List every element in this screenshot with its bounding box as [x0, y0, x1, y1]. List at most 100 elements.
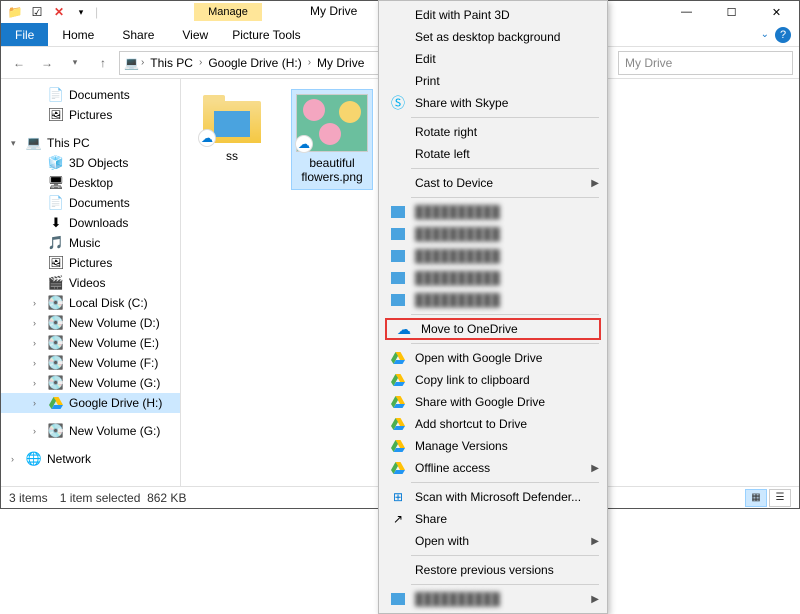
ctx-item[interactable]: ██████████▶	[381, 588, 605, 610]
ctx-icon: ⊞	[389, 489, 407, 505]
ctx-item[interactable]: Open with Google Drive	[381, 347, 605, 369]
picture-tools-tab[interactable]: Picture Tools	[222, 23, 310, 46]
ctx-item[interactable]: Restore previous versions	[381, 559, 605, 581]
ctx-item[interactable]: ██████████	[381, 289, 605, 311]
image-item[interactable]: ☁ beautiful flowers.png	[291, 89, 373, 190]
tree-item[interactable]: 🧊3D Objects	[1, 153, 180, 173]
tree-icon: 💽	[48, 375, 64, 391]
ctx-item[interactable]: Print	[381, 70, 605, 92]
tree-item[interactable]: ›💽Local Disk (C:)	[1, 293, 180, 313]
context-menu[interactable]: Edit with Paint 3DSet as desktop backgro…	[378, 0, 608, 614]
help-icon[interactable]: ?	[775, 27, 791, 43]
tree-item[interactable]: ›Google Drive (H:)	[1, 393, 180, 413]
tree-item[interactable]: ▾💻This PC	[1, 133, 180, 153]
ctx-icon	[389, 460, 407, 476]
ctx-label: ██████████	[415, 249, 599, 263]
tree-item[interactable]: ›🌐Network	[1, 449, 180, 469]
dropdown-icon[interactable]: ▾	[73, 4, 89, 20]
crumb-this-pc[interactable]: This PC	[146, 56, 197, 70]
submenu-arrow-icon: ▶	[591, 536, 599, 547]
ctx-item[interactable]: Edit	[381, 48, 605, 70]
maximize-button[interactable]: ☐	[709, 1, 754, 23]
ctx-item[interactable]: Offline access▶	[381, 457, 605, 479]
ctx-item[interactable]: Cast to Device▶	[381, 172, 605, 194]
tree-icon: 💻	[26, 135, 42, 151]
ctx-item[interactable]: ⊞Scan with Microsoft Defender...	[381, 486, 605, 508]
ctx-item[interactable]: Copy link to clipboard	[381, 369, 605, 391]
tree-label: New Volume (E:)	[69, 336, 159, 350]
tree-label: Videos	[69, 276, 105, 290]
tree-item[interactable]: 🎬Videos	[1, 273, 180, 293]
search-input[interactable]: My Drive	[618, 51, 793, 75]
home-tab[interactable]: Home	[48, 23, 108, 46]
ctx-item[interactable]: Share with Google Drive	[381, 391, 605, 413]
ctx-label: ██████████	[415, 293, 599, 307]
ctx-item[interactable]: Set as desktop background	[381, 26, 605, 48]
share-tab[interactable]: Share	[108, 23, 168, 46]
folder-item[interactable]: ☁ ss	[191, 89, 273, 167]
tree-item[interactable]: ›💽New Volume (G:)	[1, 421, 180, 441]
tree-item[interactable]: 🖼Pictures	[1, 253, 180, 273]
tree-item[interactable]: ›💽New Volume (F:)	[1, 353, 180, 373]
pc-icon: 💻	[124, 56, 139, 70]
tree-item[interactable]: ⬇Downloads	[1, 213, 180, 233]
tree-item[interactable]: 🖥Desktop	[1, 173, 180, 193]
crumb-google-drive[interactable]: Google Drive (H:)	[204, 56, 305, 70]
view-thumbnails[interactable]: ▦	[745, 489, 767, 507]
forward-button[interactable]: →	[35, 51, 59, 75]
ctx-item[interactable]: ██████████	[381, 223, 605, 245]
ctx-item[interactable]: ██████████	[381, 201, 605, 223]
ctx-item[interactable]: Edit with Paint 3D	[381, 4, 605, 26]
ctx-icon: ☁	[395, 321, 413, 337]
ctx-icon	[389, 7, 407, 23]
ctx-item[interactable]: Rotate left	[381, 143, 605, 165]
manage-tab[interactable]: Manage	[194, 3, 262, 21]
tree-item[interactable]: ›💽New Volume (E:)	[1, 333, 180, 353]
up-button[interactable]: ↑	[91, 51, 115, 75]
tree-icon: 🌐	[26, 451, 42, 467]
ctx-item[interactable]: ⓈShare with Skype	[381, 92, 605, 114]
ctx-item[interactable]: Rotate right	[381, 121, 605, 143]
tree-icon: 💽	[48, 295, 64, 311]
crumb-my-drive[interactable]: My Drive	[313, 56, 368, 70]
status-item-count: 3 items	[9, 491, 48, 505]
ctx-item[interactable]: ██████████	[381, 267, 605, 289]
tree-item[interactable]: 🖼Pictures	[1, 105, 180, 125]
ctx-label: Print	[415, 74, 599, 88]
minimize-button[interactable]: —	[664, 1, 709, 23]
ctx-item[interactable]: Open with▶	[381, 530, 605, 552]
ctx-icon	[389, 51, 407, 67]
address-bar[interactable]: 💻 › This PC › Google Drive (H:) › My Dri…	[119, 51, 389, 75]
ctx-item[interactable]: Manage Versions	[381, 435, 605, 457]
tree-label: Music	[69, 236, 100, 250]
navigation-tree[interactable]: 📄Documents🖼Pictures▾💻This PC🧊3D Objects🖥…	[1, 79, 181, 486]
file-menu[interactable]: File	[1, 23, 48, 46]
tree-icon: 🧊	[48, 155, 64, 171]
ctx-item[interactable]: ☁Move to OneDrive	[385, 318, 601, 340]
image-label: beautiful flowers.png	[296, 156, 368, 185]
view-tab[interactable]: View	[168, 23, 222, 46]
tree-item[interactable]: ›💽New Volume (G:)	[1, 373, 180, 393]
tree-label: Documents	[69, 196, 130, 210]
ctx-icon	[389, 270, 407, 286]
tree-item[interactable]: ›💽New Volume (D:)	[1, 313, 180, 333]
tree-item[interactable]: 📄Documents	[1, 85, 180, 105]
status-selection: 1 item selected 862 KB	[60, 491, 187, 505]
ctx-item[interactable]: ██████████	[381, 245, 605, 267]
ribbon-expand-icon[interactable]: ⌄	[761, 29, 769, 40]
ctx-item[interactable]: Add shortcut to Drive	[381, 413, 605, 435]
tree-item[interactable]: 🎵Music	[1, 233, 180, 253]
tree-label: New Volume (G:)	[69, 424, 160, 438]
close-button[interactable]: ✕	[754, 1, 799, 23]
tree-label: Pictures	[69, 256, 112, 270]
tree-label: Network	[47, 452, 91, 466]
ctx-item[interactable]: ↗Share	[381, 508, 605, 530]
ctx-label: ██████████	[415, 227, 599, 241]
tree-icon: ⬇	[48, 215, 64, 231]
back-button[interactable]: ←	[7, 51, 31, 75]
cloud-sync-icon: ☁	[295, 135, 313, 153]
history-dropdown[interactable]: ▾	[63, 51, 87, 75]
tree-icon: 💽	[48, 423, 64, 439]
view-details[interactable]: ☰	[769, 489, 791, 507]
tree-item[interactable]: 📄Documents	[1, 193, 180, 213]
